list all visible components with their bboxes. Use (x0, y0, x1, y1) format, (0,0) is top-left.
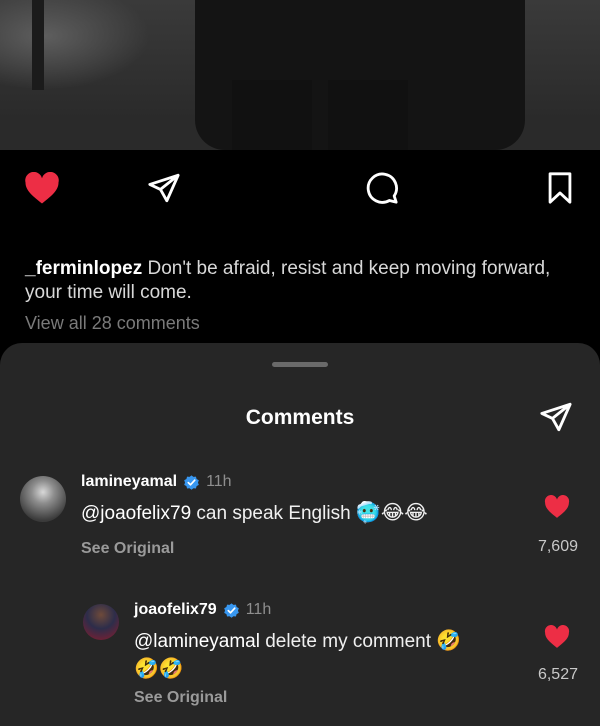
like-button[interactable] (22, 168, 62, 208)
comment-text: @joaofelix79 can speak English 🥶😂😂 (81, 499, 461, 527)
comment-timestamp: 11h (206, 473, 232, 490)
paper-plane-icon (540, 402, 572, 432)
comment-meta: lamineyamal 11h (81, 473, 232, 491)
post-details: _ferminlopez Don't be afraid, resist and… (0, 150, 600, 350)
comment-username[interactable]: lamineyamal (81, 473, 177, 491)
comment-like: 7,609 (518, 495, 578, 556)
paper-plane-icon (148, 173, 180, 203)
avatar[interactable] (83, 604, 119, 640)
sheet-title: Comments (245, 406, 355, 429)
heart-icon (25, 171, 59, 203)
comment-username[interactable]: joaofelix79 (134, 601, 217, 619)
verified-badge-icon (183, 474, 200, 491)
post-action-bar (20, 168, 580, 208)
comment-bubble-icon (366, 172, 398, 204)
see-original-button[interactable]: See Original (81, 540, 174, 558)
comments-sheet: Comments lamineyamal 11h @joaofelix79 ca… (0, 343, 600, 726)
comment-meta: joaofelix79 11h (134, 601, 271, 619)
comment-timestamp: 11h (245, 601, 272, 618)
view-all-comments-link[interactable]: View all 28 comments (25, 313, 200, 334)
avatar[interactable] (20, 476, 66, 522)
photo-background-post (32, 0, 44, 90)
see-original-button[interactable]: See Original (134, 689, 227, 707)
comment-body: delete my comment (265, 631, 432, 652)
post-caption: _ferminlopez Don't be afraid, resist and… (25, 257, 565, 305)
comment-body: can speak English (196, 503, 351, 524)
comment-text: @lamineyamal delete my comment 🤣 🤣🤣 (134, 627, 514, 683)
comment-like-button[interactable] (544, 625, 570, 649)
share-button[interactable] (144, 168, 184, 208)
bookmark-icon (548, 172, 572, 204)
heart-icon (544, 625, 570, 648)
save-button[interactable] (540, 168, 580, 208)
verified-badge-icon (223, 602, 240, 619)
photo-person-leg (328, 80, 408, 150)
comment-like: 6,527 (518, 625, 578, 684)
mention-link[interactable]: @joaofelix79 (81, 503, 191, 524)
photo-background-light (0, 0, 150, 90)
comment-emojis: 🥶😂😂 (355, 500, 428, 524)
post-photo[interactable] (0, 0, 600, 150)
sheet-drag-handle[interactable] (272, 362, 328, 367)
comment-like-count: 7,609 (537, 538, 578, 555)
comment-emojis-line2: 🤣🤣 (134, 656, 184, 680)
photo-person-leg (232, 80, 312, 150)
sheet-share-button[interactable] (536, 399, 576, 435)
heart-icon (544, 495, 570, 518)
comment-like-count: 6,527 (537, 666, 578, 683)
comment-emoji-inline: 🤣 (436, 628, 462, 652)
caption-username[interactable]: _ferminlopez (25, 258, 142, 279)
mention-link[interactable]: @lamineyamal (134, 631, 260, 652)
comment-like-button[interactable] (544, 495, 570, 519)
